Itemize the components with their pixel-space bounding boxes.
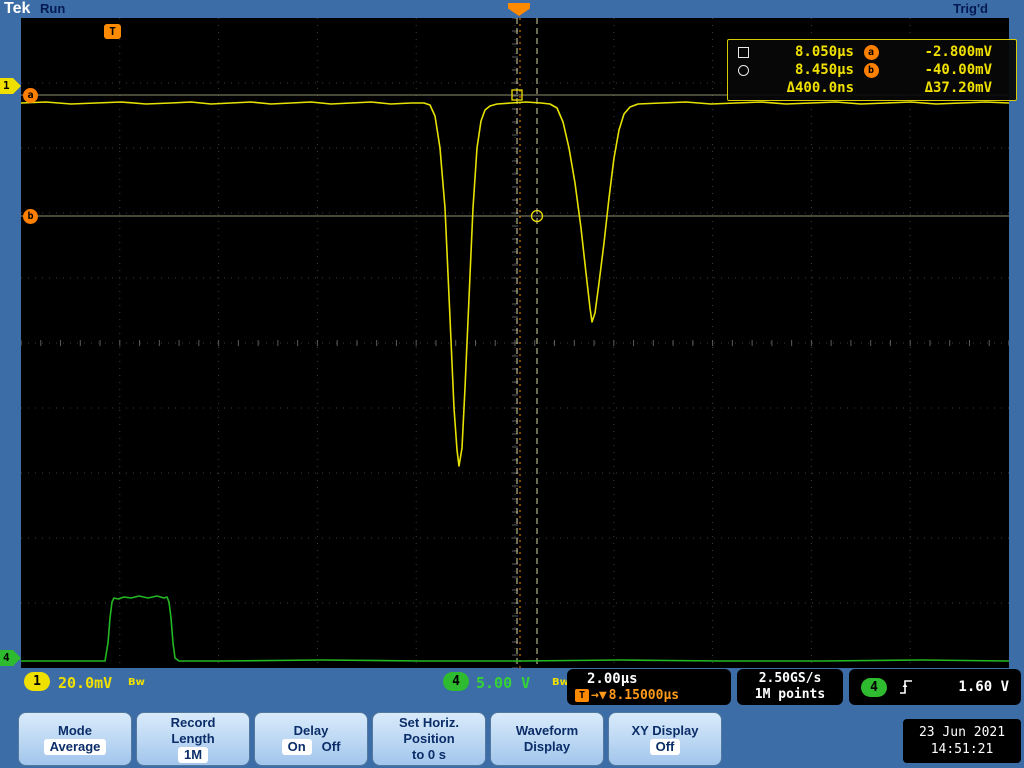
ch1-badge[interactable]: 1	[24, 672, 50, 691]
menu-option[interactable]: Mode	[58, 723, 92, 739]
delta-value: Δ37.20mV	[924, 80, 992, 96]
menu-button-set-horiz-position[interactable]: Set Horiz. Position to 0 s	[372, 712, 486, 766]
menu-option[interactable]: Off	[649, 739, 681, 755]
cursor1-square-icon	[738, 46, 749, 58]
record-length: 1M points	[754, 687, 826, 702]
cursor2-time: 8.450µs	[794, 62, 854, 78]
menu-option[interactable]: 1M	[177, 747, 209, 763]
menu-button-delay[interactable]: Delay On Off	[254, 712, 368, 766]
trigger-status: Trig'd	[953, 1, 988, 16]
sample-rate: 2.50GS/s	[758, 671, 822, 686]
menu-option[interactable]: Off	[322, 739, 341, 755]
rising-edge-icon	[900, 680, 912, 694]
menu-bar: Mode Average Record Length 1M Delay On Off Set H…	[0, 706, 1024, 768]
ch4-badge[interactable]: 4	[443, 672, 469, 691]
menu-option[interactable]: Position	[403, 731, 454, 747]
trigger-record-marker[interactable]: T	[104, 24, 121, 39]
horizontal-readout-box: 2.00µs T →▼ 8.15000µs	[567, 669, 731, 705]
menu-option[interactable]: Length	[171, 731, 214, 747]
cursor-b-badge: b	[863, 62, 879, 78]
delay-value: 8.15000µs	[608, 688, 680, 703]
menu-option[interactable]: XY Display	[632, 723, 699, 739]
ch4-ground-marker[interactable]: 4	[0, 650, 21, 666]
menu-option[interactable]: Delay	[294, 723, 329, 739]
cursor1-time: 8.050µs	[794, 44, 854, 60]
cursor-b-value: -40.00mV	[924, 62, 992, 78]
cursor-readout-box: 8.050µs a -2.800mV 8.450µs b -40.00mV Δ4…	[727, 39, 1017, 101]
acquisition-status: Run	[40, 1, 66, 16]
trigger-source-badge: 4	[861, 677, 887, 697]
delta-time: Δ400.0ns	[786, 80, 854, 96]
menu-option[interactable]: Set Horiz.	[399, 715, 459, 731]
graticule	[21, 18, 1009, 668]
trigger-position-marker[interactable]	[508, 3, 530, 16]
trigger-t-icon: T	[575, 689, 589, 702]
cursor-b-marker[interactable]: b	[23, 209, 38, 224]
acquisition-readout-box: 2.50GS/s 1M points	[737, 669, 843, 705]
menu-button-record-length[interactable]: Record Length 1M	[136, 712, 250, 766]
menu-button-mode[interactable]: Mode Average	[18, 712, 132, 766]
date-label: 23 Jun 2021	[918, 725, 1006, 740]
trigger-readout-box: 4 1.60 V	[849, 669, 1021, 705]
menu-option[interactable]: to 0 s	[412, 747, 446, 763]
cursor-a-badge: a	[863, 44, 879, 60]
status-bar: 1 20.0mV Bw 4 5.00 V Bw 2.00µs T →▼ 8.15…	[0, 668, 1024, 708]
trigger-level: 1.60 V	[958, 679, 1009, 695]
cursor2-circle-icon	[738, 64, 749, 76]
delay-arrow-icon: →▼	[591, 688, 607, 703]
datetime-box: 23 Jun 2021 14:51:21	[903, 719, 1021, 763]
menu-option[interactable]: Waveform	[516, 723, 578, 739]
timebase-value: 2.00µs	[587, 671, 638, 687]
ch1-bandwidth-indicator: Bw	[128, 677, 145, 688]
tek-logo: Tek	[4, 0, 31, 17]
menu-button-xy-display[interactable]: XY Display Off	[608, 712, 722, 766]
menu-option[interactable]: Average	[43, 739, 107, 755]
menu-option[interactable]: Record	[171, 715, 216, 731]
cursor-a-value: -2.800mV	[924, 44, 992, 60]
ch1-ground-marker[interactable]: 1	[0, 78, 21, 94]
cursor-a-marker[interactable]: a	[23, 88, 38, 103]
oscilloscope-screen: Tek Run Trig'd T 1 a b 4 8.050µs a -2.80…	[0, 0, 1024, 768]
waveform-svg	[21, 18, 1009, 668]
ch1-scale: 20.0mV	[58, 674, 113, 692]
time-label: 14:51:21	[930, 742, 994, 757]
menu-option[interactable]: On	[281, 739, 312, 755]
menu-option[interactable]: Display	[524, 739, 570, 755]
ch4-scale: 5.00 V	[476, 674, 531, 692]
menu-button-waveform-display[interactable]: Waveform Display	[490, 712, 604, 766]
